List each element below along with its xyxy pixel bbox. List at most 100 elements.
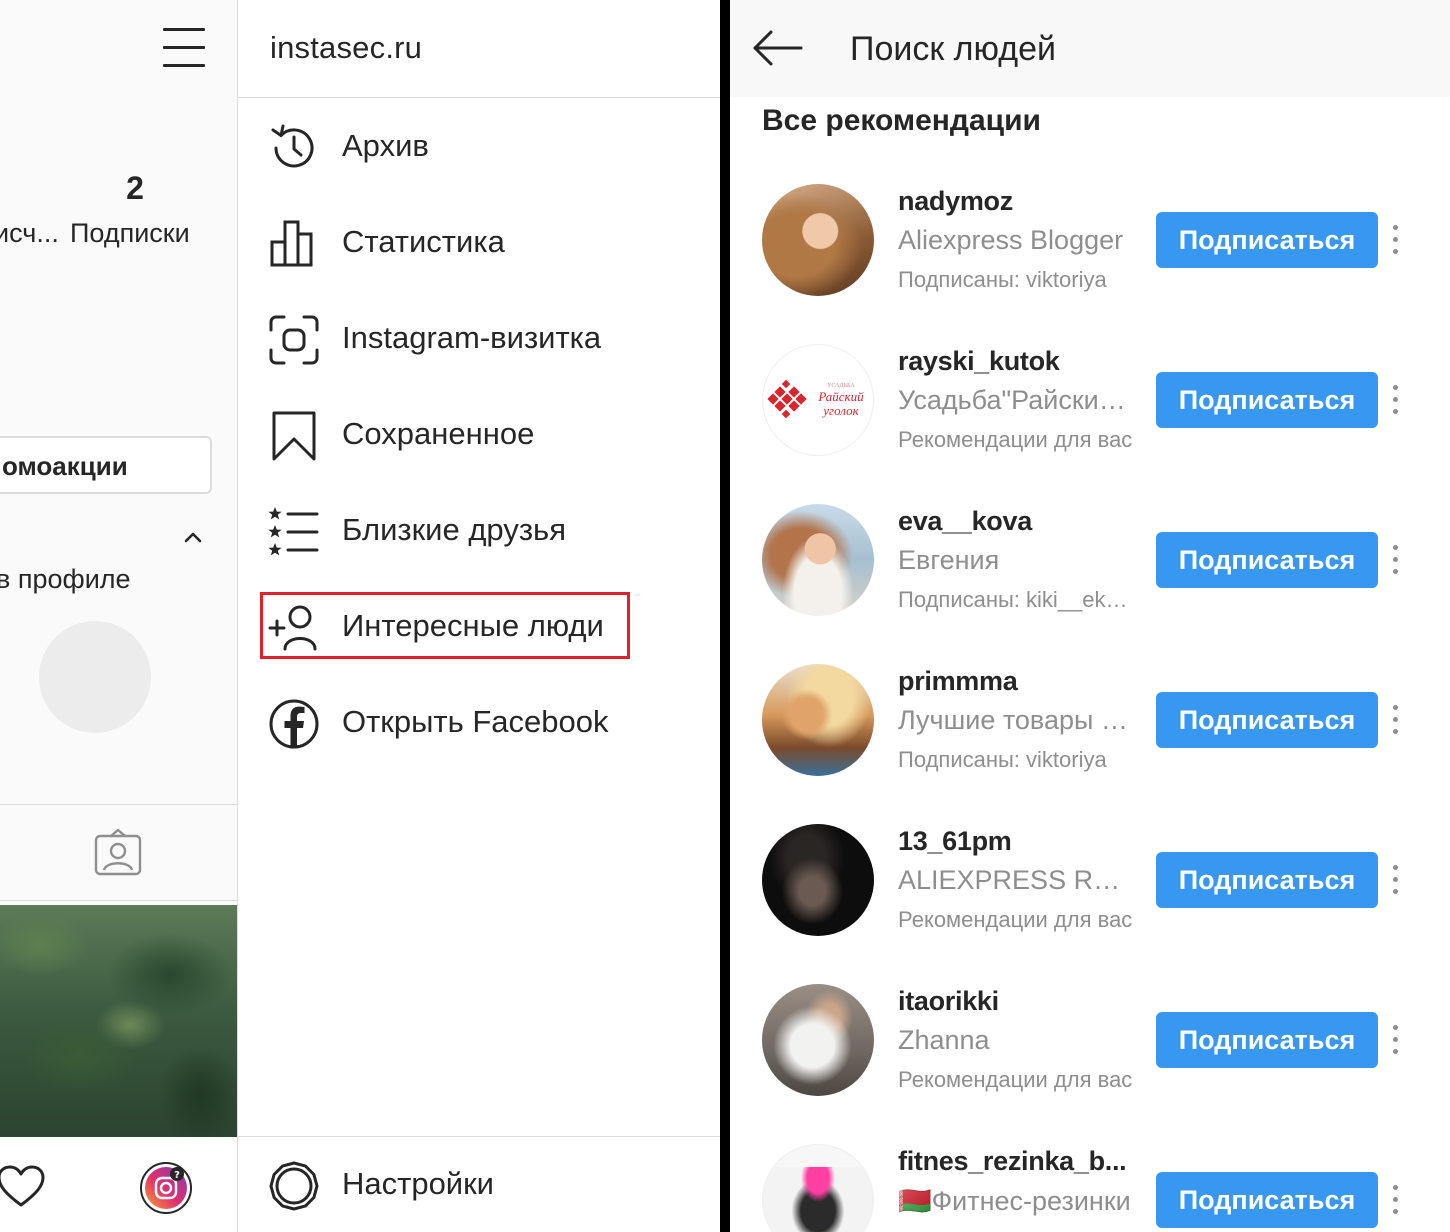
more-options-icon[interactable]	[1388, 860, 1402, 900]
username[interactable]: primmma	[898, 666, 1018, 697]
drawer-item-nametag[interactable]: Instagram-визитка	[238, 294, 720, 384]
brand-logo: УСАДЬБА Райский уголок	[767, 379, 864, 419]
drawer-item-label: Настройки	[342, 1166, 495, 1201]
more-options-icon[interactable]	[1388, 1180, 1402, 1220]
username[interactable]: itaorikki	[898, 986, 999, 1017]
suggestion-reason: Рекомендации для вас	[898, 1067, 1133, 1092]
drawer-item-close-friends[interactable]: Близкие друзья	[238, 486, 720, 576]
suggestion-row: 13_61pm ALIEXPRESS REVIEW Рекомендации д…	[730, 800, 1450, 960]
drawer-item-label: Статистика	[342, 224, 505, 259]
following-label[interactable]: Подписки	[70, 218, 190, 249]
tagged-photos-icon[interactable]	[93, 828, 143, 878]
archive-clock-icon	[271, 124, 314, 168]
more-options-icon[interactable]	[1388, 220, 1402, 260]
avatar[interactable]	[762, 184, 874, 296]
avatar[interactable]	[762, 824, 874, 936]
back-arrow-icon[interactable]	[752, 30, 804, 66]
profile-peek-panel: исч... 2 Подписки омоакции в профиле ?	[0, 0, 237, 1232]
promotions-button[interactable]: омоакции	[0, 436, 212, 494]
username[interactable]: fitnes_rezinka_b...	[898, 1146, 1127, 1177]
settings-gear-icon	[269, 1161, 319, 1211]
avatar[interactable]	[762, 1144, 874, 1232]
nametag-scan-icon	[269, 315, 319, 365]
avatar[interactable]	[762, 984, 874, 1096]
discover-people-screen: Поиск людей Все рекомендации nadymoz Ali…	[730, 0, 1450, 1232]
in-profile-text: в профиле	[0, 564, 131, 594]
followers-label[interactable]: исч...	[0, 218, 59, 249]
hamburger-menu-icon[interactable]	[163, 28, 205, 68]
suggestion-row: УСАДЬБА Райский уголок rayski_kutok Усад…	[730, 320, 1450, 480]
suggestion-row: fitnes_rezinka_b... 🇧🇾Фитнес-резинки Под…	[730, 1120, 1450, 1232]
full-name: Zhanna	[898, 1025, 990, 1055]
follow-button[interactable]: Подписаться	[1156, 1012, 1378, 1068]
suggestion-reason: Подписаны: kiki__ekaterina	[898, 587, 1133, 612]
profile-avatar-icon[interactable]: ?	[139, 1161, 193, 1215]
following-count[interactable]: 2	[110, 170, 160, 207]
drawer-item-label: Сохраненное	[342, 416, 535, 451]
full-name: ALIEXPRESS REVIEW	[898, 865, 1133, 895]
drawer-item-label: Близкие друзья	[342, 512, 566, 547]
divider	[0, 804, 237, 805]
more-options-icon[interactable]	[1388, 540, 1402, 580]
full-name: Aliexpress Blogger	[898, 225, 1124, 255]
username[interactable]: 13_61pm	[898, 826, 1012, 857]
discover-header	[730, 0, 1450, 97]
full-name: 🇧🇾Фитнес-резинки	[898, 1186, 1131, 1216]
full-name: Лучшие товары с Aliexpress	[898, 705, 1133, 735]
screenshot-separator	[720, 0, 730, 1232]
avatar[interactable]	[762, 504, 874, 616]
heart-icon[interactable]	[0, 1165, 46, 1209]
suggestion-row: primmma Лучшие товары с Aliexpress Подпи…	[730, 640, 1450, 800]
close-friends-list-icon	[268, 507, 319, 556]
follow-button[interactable]: Подписаться	[1156, 1172, 1378, 1228]
more-options-icon[interactable]	[1388, 700, 1402, 740]
divider	[0, 900, 237, 901]
suggestion-row: itaorikki Zhanna Рекомендации для вас По…	[730, 960, 1450, 1120]
chevron-up-icon[interactable]	[182, 526, 204, 548]
bottom-navigation: ?	[0, 1137, 237, 1232]
highlight-annotation-box	[260, 592, 630, 659]
username[interactable]: eva__kova	[898, 506, 1032, 537]
full-name: Евгения	[898, 545, 1000, 575]
post-thumbnail[interactable]	[0, 905, 237, 1137]
suggestion-reason: Подписаны: viktoriya	[898, 747, 1107, 772]
drawer-item-statistics[interactable]: Статистика	[238, 198, 720, 288]
follow-button[interactable]: Подписаться	[1156, 532, 1378, 588]
svg-text:Райский: Райский	[817, 389, 864, 404]
suggestion-reason: Подписаны: viktoriya	[898, 267, 1107, 292]
drawer-item-label: Архив	[342, 128, 429, 163]
divider	[238, 1136, 721, 1137]
suggestion-row: nadymoz Aliexpress Blogger Подписаны: vi…	[730, 160, 1450, 320]
suggestion-reason: Рекомендации для вас	[898, 427, 1133, 452]
facebook-icon	[269, 699, 319, 749]
drawer-item-label: Открыть Facebook	[342, 704, 609, 739]
section-title: Все рекомендации	[762, 104, 1041, 137]
divider	[238, 97, 721, 98]
follow-button[interactable]: Подписаться	[1156, 692, 1378, 748]
bookmark-icon	[272, 411, 316, 461]
drawer-item-open-facebook[interactable]: Открыть Facebook	[238, 678, 720, 768]
drawer-item-label: Instagram-визитка	[342, 320, 602, 355]
page-title: Поиск людей	[850, 30, 1056, 68]
drawer-item-saved[interactable]: Сохраненное	[238, 390, 720, 480]
follow-button[interactable]: Подписаться	[1156, 212, 1378, 268]
more-options-icon[interactable]	[1388, 380, 1402, 420]
follow-button[interactable]: Подписаться	[1156, 372, 1378, 428]
full-name: Усадьба"Райский уголок"	[898, 385, 1133, 415]
avatar[interactable]: УСАДЬБА Райский уголок	[762, 344, 874, 456]
username[interactable]: rayski_kutok	[898, 346, 1060, 377]
story-highlight-placeholder[interactable]	[39, 621, 151, 733]
drawer-username-title: instasec.ru	[270, 30, 423, 65]
follow-button[interactable]: Подписаться	[1156, 852, 1378, 908]
suggestion-row: eva__kova Евгения Подписаны: kiki__ekate…	[730, 480, 1450, 640]
bar-chart-icon	[270, 220, 313, 267]
svg-text:?: ?	[174, 1170, 180, 1181]
side-drawer-menu: instasec.ru Архив Статистика Instagram-в…	[237, 0, 721, 1232]
avatar[interactable]	[762, 664, 874, 776]
username[interactable]: nadymoz	[898, 186, 1013, 217]
drawer-item-archive[interactable]: Архив	[238, 102, 720, 192]
suggestion-reason: Рекомендации для вас	[898, 907, 1133, 932]
drawer-item-settings[interactable]: Настройки	[238, 1140, 720, 1230]
svg-text:уголок: уголок	[821, 403, 859, 418]
more-options-icon[interactable]	[1388, 1020, 1402, 1060]
